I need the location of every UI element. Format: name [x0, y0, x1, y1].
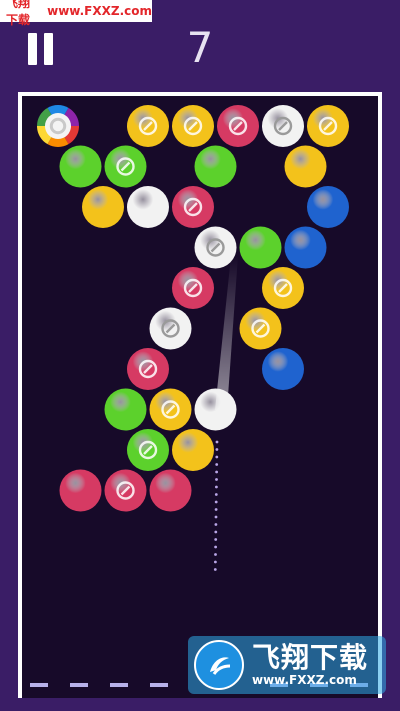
blue-bubble: [307, 186, 349, 228]
yellow-bubble: [284, 145, 327, 188]
pause-button[interactable]: [28, 33, 54, 65]
yellow-bubble-locked: [307, 105, 349, 147]
yellow-bubble-locked: [127, 105, 169, 147]
green-bubble-locked: [104, 145, 147, 188]
white-bubble-locked: [149, 307, 192, 350]
game-board[interactable]: [18, 92, 382, 698]
green-bubble: [194, 145, 237, 188]
blue-bubble: [262, 348, 304, 390]
watermark: 飞翔下载 www.FXXZ.com: [188, 636, 386, 694]
pause-icon: [28, 33, 37, 65]
red-bubble-locked: [217, 105, 259, 147]
red-bubble: [59, 469, 102, 512]
banner-site-url: www.FXXZ.com: [47, 4, 152, 18]
blue-bubble: [284, 226, 327, 269]
red-bubble-locked: [172, 267, 214, 309]
red-bubble-locked: [104, 469, 147, 512]
yellow-bubble-locked: [239, 307, 282, 350]
yellow-bubble-locked: [262, 267, 304, 309]
rainbow-bubble: [37, 105, 79, 147]
green-bubble: [239, 226, 282, 269]
green-bubble: [59, 145, 102, 188]
red-bubble: [149, 469, 192, 512]
white-bubble-locked: [194, 226, 237, 269]
watermark-url: www.FXXZ.com: [252, 673, 357, 687]
green-bubble-locked: [127, 429, 169, 471]
white-bubble: [127, 186, 169, 228]
green-bubble: [104, 388, 147, 431]
white-bubble: [194, 388, 237, 431]
score-display: 7: [186, 23, 214, 72]
watermark-brand: 飞翔下载: [252, 641, 369, 674]
red-bubble-locked: [172, 186, 214, 228]
yellow-bubble: [82, 186, 124, 228]
yellow-bubble-locked: [149, 388, 192, 431]
watermark-logo-icon: [194, 640, 244, 690]
site-banner: 飞翔下载 www.FXXZ.com: [0, 0, 152, 27]
banner-site-name: 飞翔下载: [6, 0, 31, 27]
red-bubble-locked: [127, 348, 169, 390]
yellow-bubble: [172, 429, 214, 471]
white-bubble-locked: [262, 105, 304, 147]
yellow-bubble-locked: [172, 105, 214, 147]
bubble-field: [37, 105, 349, 571]
